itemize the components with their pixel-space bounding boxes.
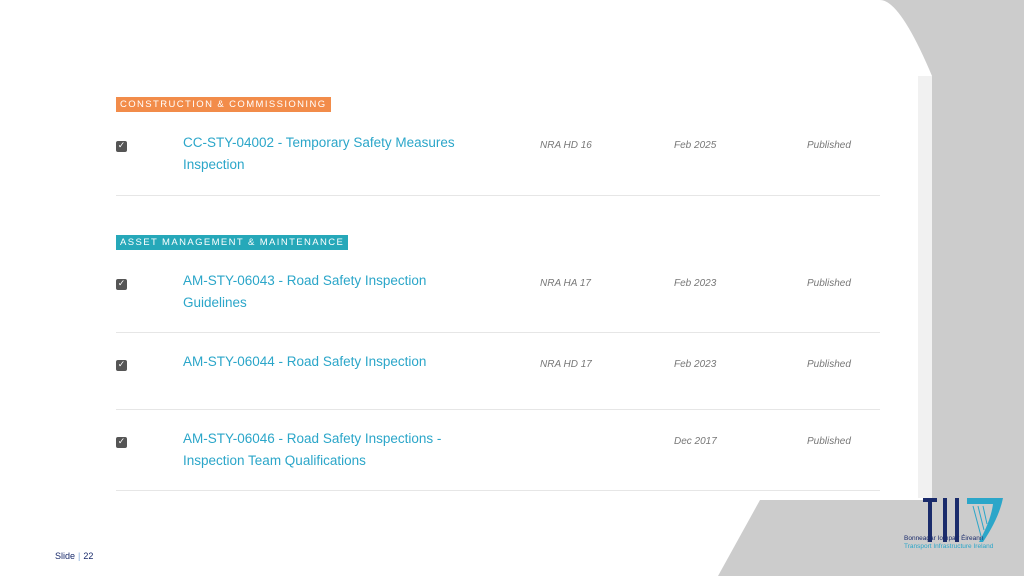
logo-harp-string bbox=[982, 505, 988, 525]
document-title-line2: Inspection bbox=[183, 157, 245, 172]
content-panel-edge bbox=[918, 76, 932, 498]
document-reference: NRA HD 17 bbox=[540, 359, 592, 370]
checkbox-checked[interactable]: ✓ bbox=[116, 279, 127, 290]
table-row: ✓ CC-STY-04002 - Temporary Safety Measur… bbox=[116, 134, 880, 196]
table-row: ✓ AM-STY-06044 - Road Safety Inspection … bbox=[116, 353, 880, 410]
slide-label: Slide bbox=[55, 551, 76, 561]
document-date: Feb 2025 bbox=[674, 140, 717, 151]
document-reference: NRA HA 17 bbox=[540, 278, 591, 289]
checkbox-checked[interactable]: ✓ bbox=[116, 437, 127, 448]
document-status: Published bbox=[807, 278, 851, 289]
document-reference: NRA HD 16 bbox=[540, 140, 592, 151]
document-title-line2: Guidelines bbox=[183, 295, 247, 310]
document-link[interactable]: AM-STY-06043 - Road Safety Inspection Gu… bbox=[183, 270, 483, 314]
slide-number: 22 bbox=[83, 551, 94, 561]
document-status: Published bbox=[807, 436, 851, 447]
document-link[interactable]: AM-STY-06044 - Road Safety Inspection bbox=[183, 351, 483, 373]
section-tag-asset-management-maintenance: ASSET MANAGEMENT & MAINTENANCE bbox=[116, 235, 349, 250]
background-stripe bbox=[796, 32, 828, 76]
background-stripe bbox=[676, 32, 708, 76]
logo-irish-name: Bonneagar Iompair Éireann bbox=[904, 535, 984, 542]
document-link[interactable]: CC-STY-04002 - Temporary Safety Measures… bbox=[183, 132, 483, 176]
footer-separator: | bbox=[78, 551, 81, 561]
document-status: Published bbox=[807, 140, 851, 151]
checkbox-checked[interactable]: ✓ bbox=[116, 141, 127, 152]
logo-english-name: Transport Infrastructure Ireland bbox=[904, 543, 994, 550]
table-row: ✓ AM-STY-06046 - Road Safety Inspections… bbox=[116, 430, 880, 491]
slide-footer: Slide | 22 bbox=[55, 551, 93, 561]
table-row: ✓ AM-STY-06043 - Road Safety Inspection … bbox=[116, 272, 880, 333]
background-stripe bbox=[735, 32, 767, 76]
document-title-line1: AM-STY-06044 - Road Safety Inspection bbox=[183, 354, 427, 369]
document-title-line1: AM-STY-06046 - Road Safety Inspections - bbox=[183, 431, 442, 446]
document-title-line2: Inspection Team Qualifications bbox=[183, 453, 366, 468]
document-title-line1: CC-STY-04002 - Temporary Safety Measures bbox=[183, 135, 455, 150]
checkbox-checked[interactable]: ✓ bbox=[116, 360, 127, 371]
document-list-panel: CONSTRUCTION & COMMISSIONING ✓ CC-STY-04… bbox=[84, 76, 918, 498]
section-tag-construction-commissioning: CONSTRUCTION & COMMISSIONING bbox=[116, 97, 331, 112]
document-date: Feb 2023 bbox=[674, 359, 717, 370]
document-status: Published bbox=[807, 359, 851, 370]
document-date: Dec 2017 bbox=[674, 436, 717, 447]
document-title-line1: AM-STY-06043 - Road Safety Inspection bbox=[183, 273, 427, 288]
document-date: Feb 2023 bbox=[674, 278, 717, 289]
logo-harp-string bbox=[972, 505, 982, 537]
document-link[interactable]: AM-STY-06046 - Road Safety Inspections -… bbox=[183, 428, 483, 472]
